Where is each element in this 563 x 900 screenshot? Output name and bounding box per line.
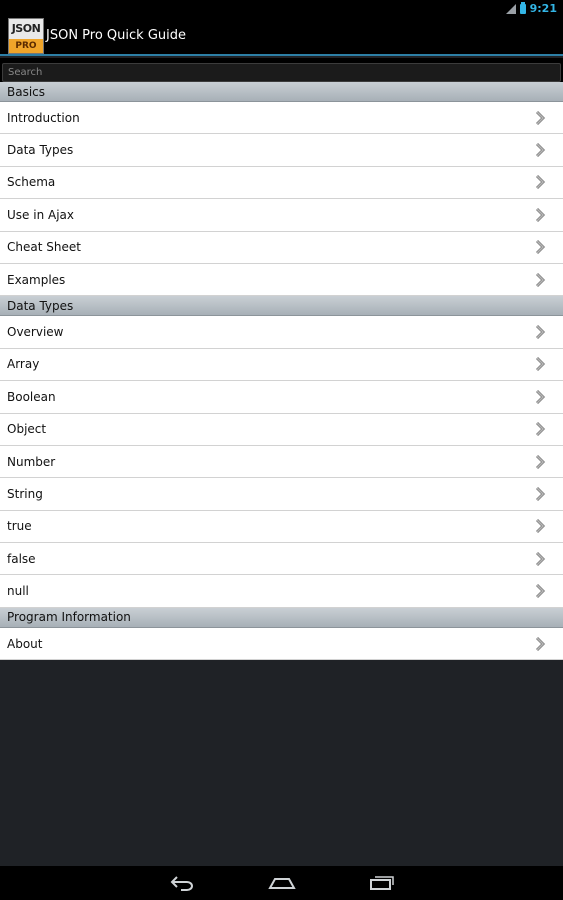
list-item-label: Cheat Sheet <box>7 240 81 255</box>
search-bar <box>0 58 563 82</box>
chevron-right-icon <box>533 519 547 534</box>
back-icon[interactable] <box>167 873 197 893</box>
list-item-label: Overview <box>7 325 64 340</box>
list-item[interactable]: Data Types <box>0 134 563 167</box>
action-bar: JSON PRO JSON Pro Quick Guide <box>0 17 563 56</box>
logo-text-bottom: PRO <box>9 38 43 53</box>
section-header: Basics <box>0 82 563 102</box>
chevron-right-icon <box>533 110 547 125</box>
chevron-right-icon <box>533 175 547 190</box>
status-bar: 9:21 <box>0 0 563 17</box>
topic-list: Basics Introduction Data Types Schema Use in… <box>0 82 563 661</box>
section-header: Program Information <box>0 607 563 628</box>
list-item-label: null <box>7 584 29 599</box>
logo-text-top: JSON <box>9 18 43 39</box>
list-item-label: Examples <box>7 272 66 287</box>
chevron-right-icon <box>533 551 547 566</box>
chevron-right-icon <box>533 357 547 372</box>
chevron-right-icon <box>533 143 547 158</box>
chevron-right-icon <box>533 584 547 599</box>
list-item[interactable]: Use in Ajax <box>0 199 563 232</box>
list-item[interactable]: Schema <box>0 166 563 200</box>
list-item[interactable]: Number <box>0 445 563 479</box>
app-title: JSON Pro Quick Guide <box>46 28 186 43</box>
recent-apps-icon[interactable] <box>367 873 397 893</box>
chevron-right-icon <box>533 207 547 222</box>
chevron-right-icon <box>533 454 547 469</box>
list-item-label: Schema <box>7 175 56 190</box>
chevron-right-icon <box>533 389 547 404</box>
chevron-right-icon <box>533 422 547 437</box>
list-item-label: Object <box>7 422 47 437</box>
home-icon[interactable] <box>267 873 297 893</box>
list-item-label: About <box>7 636 43 651</box>
list-item[interactable]: Boolean <box>0 381 563 414</box>
list-item-label: Use in Ajax <box>7 207 74 222</box>
list-item[interactable]: Array <box>0 348 563 382</box>
list-item-label: String <box>7 486 43 501</box>
signal-icon <box>505 3 516 14</box>
list-item-label: Data Types <box>7 143 74 158</box>
list-item-label: Array <box>7 357 40 372</box>
list-item[interactable]: Overview <box>0 316 563 349</box>
app-logo[interactable]: JSON PRO <box>8 17 44 54</box>
chevron-right-icon <box>533 486 547 501</box>
list-item-label: Introduction <box>7 110 80 125</box>
search-input[interactable] <box>2 63 561 82</box>
chevron-right-icon <box>533 240 547 255</box>
section-header: Data Types <box>0 296 563 317</box>
list-item-label: true <box>7 519 32 534</box>
battery-icon <box>519 1 526 14</box>
list-item-label: Number <box>7 454 56 469</box>
list-item-label: Boolean <box>7 389 56 404</box>
list-item[interactable]: String <box>0 478 563 511</box>
status-time: 9:21 <box>529 2 557 15</box>
list-item[interactable]: Cheat Sheet <box>0 231 563 264</box>
system-nav-bar <box>0 866 563 900</box>
list-item[interactable]: Object <box>0 413 563 446</box>
list-item[interactable]: true <box>0 510 563 544</box>
list-item[interactable]: null <box>0 575 563 608</box>
chevron-right-icon <box>533 636 547 651</box>
list-item[interactable]: Introduction <box>0 102 563 135</box>
list-item[interactable]: Examples <box>0 263 563 297</box>
chevron-right-icon <box>533 325 547 340</box>
chevron-right-icon <box>533 272 547 287</box>
list-item-label: false <box>7 551 36 566</box>
list-item[interactable]: About <box>0 627 563 661</box>
list-item[interactable]: false <box>0 543 563 576</box>
